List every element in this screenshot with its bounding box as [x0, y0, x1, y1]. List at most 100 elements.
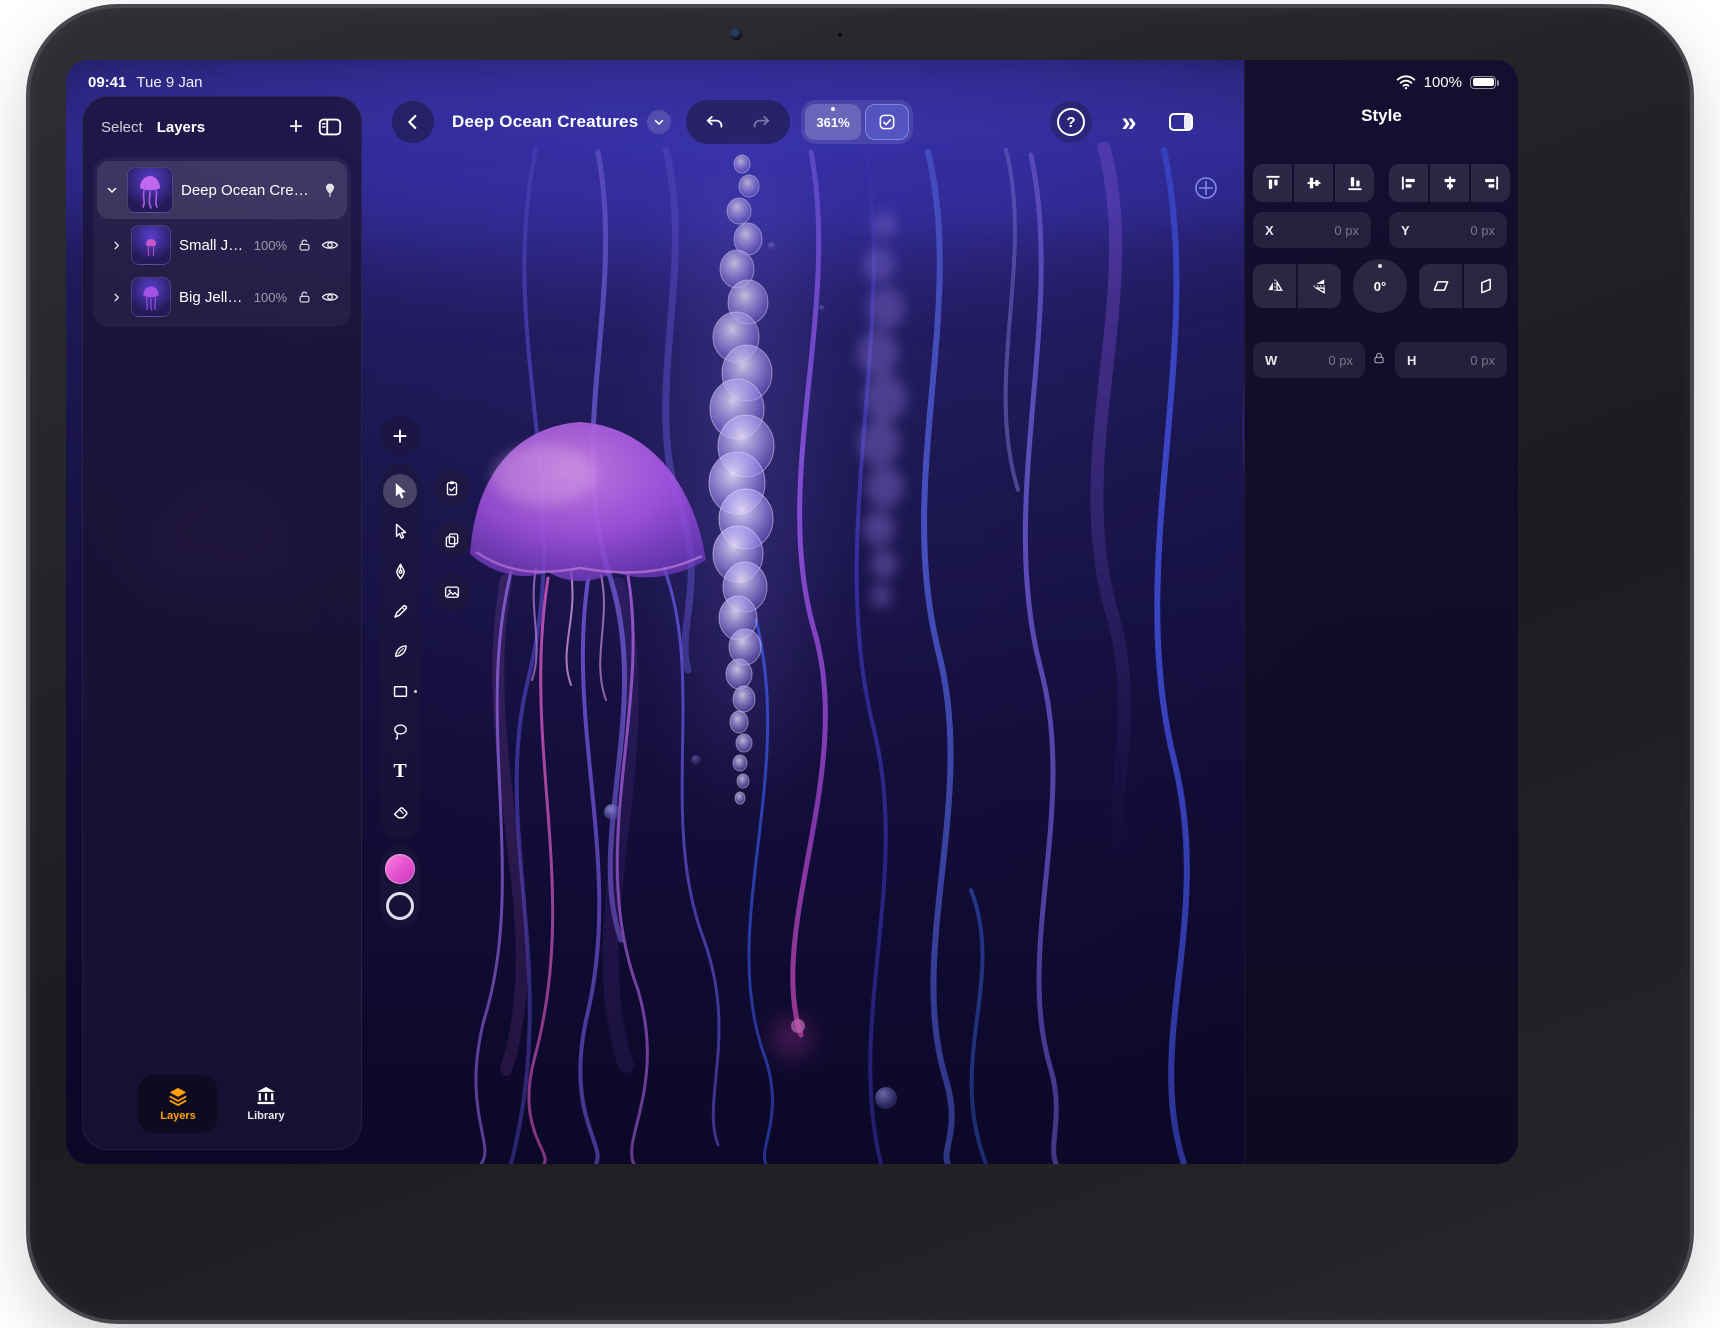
layer-name: Big Jell… — [179, 289, 246, 306]
redo-button[interactable] — [743, 104, 779, 140]
align-right-button[interactable] — [1471, 164, 1510, 202]
layer-row-root[interactable]: Deep Ocean Creatur… — [97, 161, 347, 219]
tool-rectangle[interactable] — [383, 674, 417, 708]
align-left-button[interactable] — [1389, 164, 1428, 202]
disclosure-right-icon[interactable] — [109, 240, 123, 251]
tool-text[interactable]: T — [383, 754, 417, 788]
crosshair-icon — [1196, 178, 1216, 198]
layer-tree: Deep Ocean Creatur… — [93, 157, 351, 327]
zoom-level: 361% — [816, 115, 849, 130]
shear-horizontal-button[interactable] — [1419, 264, 1462, 308]
align-top-button[interactable] — [1253, 164, 1292, 202]
y-label: Y — [1401, 223, 1410, 238]
pin-icon[interactable] — [321, 182, 339, 198]
brush-icon — [391, 642, 410, 661]
double-chevron-icon: » — [1121, 107, 1134, 138]
unlock-icon[interactable] — [295, 237, 313, 253]
style-panel-title: Style — [1245, 106, 1518, 126]
flip-horizontal-button[interactable] — [1253, 264, 1296, 308]
paste-style-button[interactable] — [434, 470, 470, 506]
y-value: 0 px — [1470, 223, 1495, 238]
layer-opacity[interactable]: 100% — [254, 290, 287, 305]
align-center-button[interactable] — [1430, 164, 1469, 202]
zoom-select-group: 361% — [801, 100, 913, 144]
duplicate-button[interactable] — [434, 522, 470, 558]
height-field[interactable]: H 0 px — [1395, 342, 1507, 378]
x-position-field[interactable]: X 0 px — [1253, 212, 1371, 248]
aspect-lock-icon[interactable] — [1369, 350, 1389, 366]
shear-vertical-button[interactable] — [1464, 264, 1507, 308]
tab-label: Library — [247, 1110, 284, 1122]
tab-select[interactable]: Select — [101, 119, 143, 136]
panel-bottom-tabs: Layers Library — [138, 1075, 306, 1133]
flip-vertical-icon — [1310, 276, 1330, 296]
y-position-field[interactable]: Y 0 px — [1389, 212, 1507, 248]
add-layer-button[interactable]: + — [289, 117, 303, 137]
selection-mode-button[interactable] — [865, 104, 909, 140]
hide-panel-button[interactable] — [317, 115, 343, 139]
shear-group — [1419, 264, 1507, 308]
tool-select-arrow[interactable] — [383, 474, 417, 508]
stroke-color-swatch[interactable] — [386, 892, 414, 920]
library-building-icon — [255, 1086, 277, 1106]
history-controls — [686, 100, 790, 144]
rotation-value: 0° — [1374, 279, 1386, 294]
align-bottom-button[interactable] — [1335, 164, 1374, 202]
width-field[interactable]: W 0 px — [1253, 342, 1365, 378]
document-title-menu[interactable]: Deep Ocean Creatures — [452, 106, 671, 138]
tool-pencil[interactable] — [383, 594, 417, 628]
eraser-icon — [391, 802, 410, 821]
node-arrow-icon — [391, 522, 410, 541]
visibility-eye-icon[interactable] — [321, 290, 339, 304]
rotation-dial[interactable]: 0° — [1353, 259, 1407, 313]
color-swatches — [380, 846, 420, 928]
disclosure-right-icon[interactable] — [109, 292, 123, 303]
flyout-dot — [831, 107, 835, 111]
layer-row[interactable]: Big Jell… 100% — [97, 271, 347, 323]
tool-brush[interactable] — [383, 634, 417, 668]
unlock-icon[interactable] — [295, 289, 313, 305]
zoom-level-button[interactable]: 361% — [805, 104, 861, 140]
flip-group — [1253, 264, 1341, 308]
layers-panel-header: Select Layers + — [83, 97, 361, 149]
undo-button[interactable] — [697, 104, 733, 140]
flip-horizontal-icon — [1265, 276, 1285, 296]
layer-row[interactable]: Small J… 100% — [97, 219, 347, 271]
disclosure-down-icon[interactable] — [105, 184, 119, 196]
page: 09:41 Tue 9 Jan 100% — [0, 0, 1720, 1328]
lasso-icon — [391, 722, 410, 741]
tab-layers[interactable]: Layers — [157, 119, 205, 136]
w-label: W — [1265, 353, 1277, 368]
tool-lasso[interactable] — [383, 714, 417, 748]
redo-icon — [750, 111, 772, 133]
tablet-frame: 09:41 Tue 9 Jan 100% — [26, 4, 1694, 1324]
tool-dock: T — [380, 464, 420, 838]
chevron-down-icon[interactable] — [647, 110, 671, 134]
layer-thumbnail[interactable] — [131, 277, 171, 317]
tool-eraser[interactable] — [383, 794, 417, 828]
studio-panel-toggle-button[interactable] — [1164, 106, 1198, 138]
layer-thumbnail[interactable] — [127, 167, 173, 213]
layer-thumbnail[interactable] — [131, 225, 171, 265]
clipboard-check-icon — [443, 479, 461, 497]
tool-node-select[interactable] — [383, 514, 417, 548]
flip-vertical-button[interactable] — [1298, 264, 1341, 308]
fill-color-swatch[interactable] — [385, 854, 415, 884]
expand-toolbar-button[interactable]: » — [1106, 102, 1150, 142]
ambient-sensor — [838, 33, 842, 37]
align-middle-button[interactable] — [1294, 164, 1333, 202]
back-button[interactable] — [392, 101, 434, 143]
place-image-button[interactable] — [434, 574, 470, 610]
visibility-eye-icon[interactable] — [321, 238, 339, 252]
tab-library-bottom[interactable]: Library — [226, 1075, 306, 1133]
checkbox-icon — [877, 112, 897, 132]
help-button[interactable]: ? — [1050, 101, 1092, 143]
h-label: H — [1407, 353, 1416, 368]
add-object-button[interactable]: + — [380, 416, 420, 456]
layer-opacity[interactable]: 100% — [254, 238, 287, 253]
document-title: Deep Ocean Creatures — [452, 112, 638, 132]
tool-pen[interactable] — [383, 554, 417, 588]
tab-layers-bottom[interactable]: Layers — [138, 1075, 218, 1133]
pen-nib-icon — [391, 562, 410, 581]
text-tool-icon: T — [393, 760, 406, 783]
